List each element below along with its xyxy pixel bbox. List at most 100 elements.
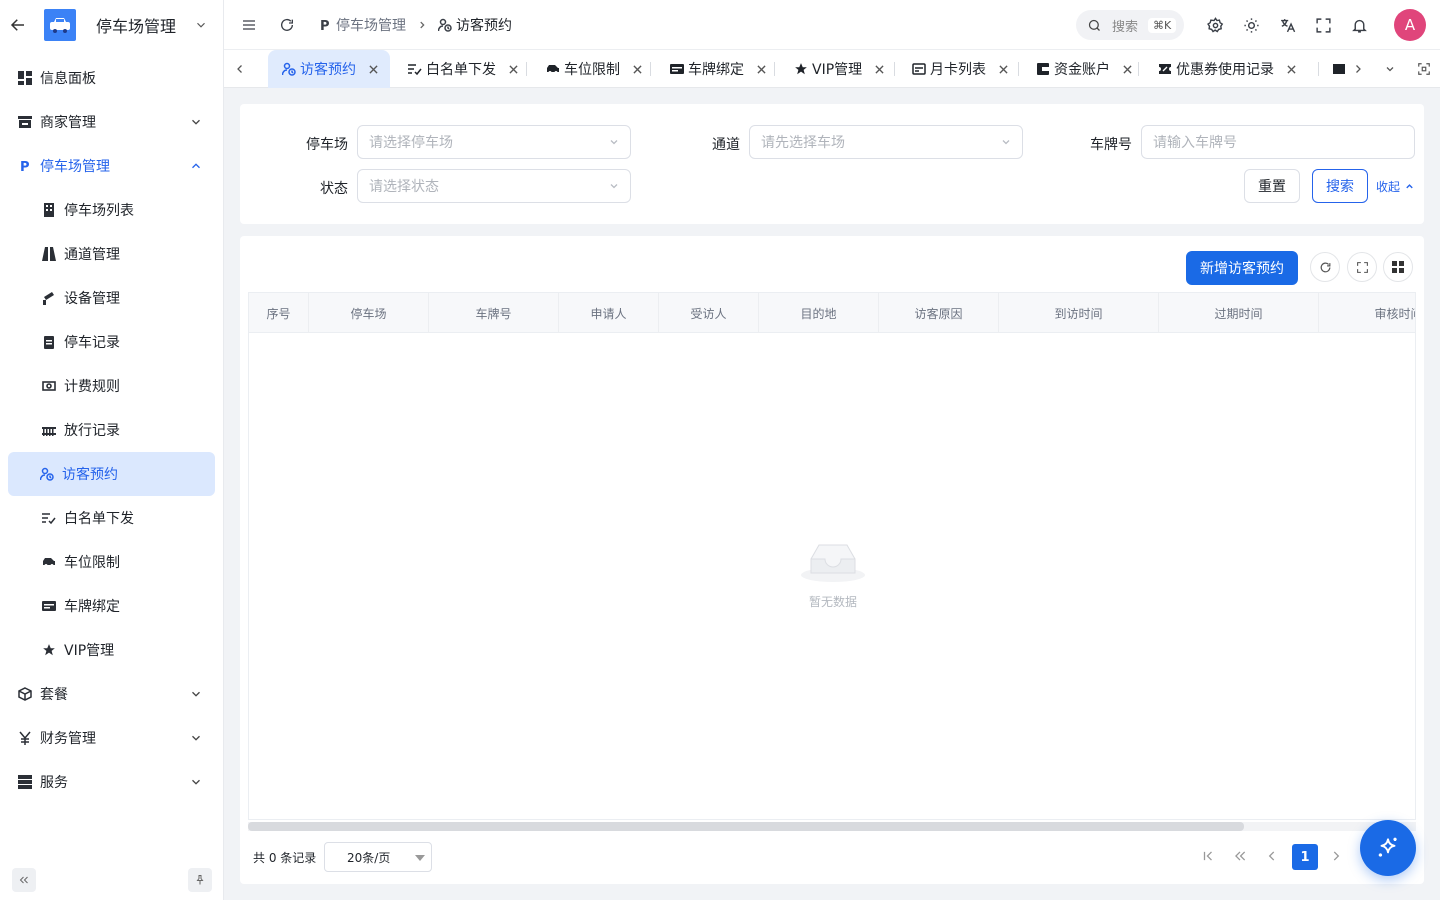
translate-icon[interactable] xyxy=(1278,16,1296,34)
close-icon[interactable] xyxy=(874,64,884,74)
collapse-filters-link[interactable]: 收起 xyxy=(1376,178,1415,195)
add-visitor-button[interactable]: 新增访客预约 xyxy=(1186,251,1298,285)
sidebar-menu: 信息面板 商家管理 P 停车场管理 停车场列表 通道管理 设备管理 停车记录 计… xyxy=(0,50,223,804)
current-page[interactable]: 1 xyxy=(1292,844,1318,870)
chevron-down-icon[interactable] xyxy=(193,17,209,33)
column-settings-icon[interactable] xyxy=(1383,252,1413,282)
sidebar-item-whitelist[interactable]: 白名单下发 xyxy=(0,496,223,540)
tab-visitor[interactable]: 访客预约 xyxy=(268,50,390,88)
tab-whitelist[interactable]: 白名单下发 xyxy=(394,50,530,88)
dashboard-icon xyxy=(18,71,32,85)
sidebar-item-billing[interactable]: 计费规则 xyxy=(0,364,223,408)
close-icon[interactable] xyxy=(998,64,1008,74)
chevron-up-icon xyxy=(189,159,203,173)
sidebar-item-dashboard[interactable]: 信息面板 xyxy=(0,56,223,100)
breadcrumb: P 停车场管理 访客预约 xyxy=(318,15,512,35)
table-horizontal-scrollbar[interactable] xyxy=(248,822,1416,831)
settings-icon[interactable] xyxy=(1206,16,1224,34)
prev-group-icon[interactable] xyxy=(1232,848,1248,864)
theme-sun-icon[interactable] xyxy=(1242,16,1260,34)
page-size-select[interactable]: 20条/页 xyxy=(324,842,432,872)
status-select[interactable]: 请选择状态 xyxy=(357,169,631,203)
tab-vip[interactable]: VIP管理 xyxy=(780,50,896,88)
sidebar-item-finance[interactable]: 财务管理 xyxy=(0,716,223,760)
refresh-icon[interactable] xyxy=(278,16,296,34)
chevron-right-icon xyxy=(416,19,428,31)
channel-select[interactable]: 请先选择车场 xyxy=(749,125,1023,159)
search-button[interactable]: 搜索 xyxy=(1312,169,1368,203)
star-icon xyxy=(794,62,808,76)
tab-maximize-icon[interactable] xyxy=(1408,50,1440,88)
search-label: 搜索 xyxy=(1112,19,1139,35)
refresh-table-icon[interactable] xyxy=(1310,252,1340,282)
parking-select[interactable]: 请选择停车场 xyxy=(357,125,631,159)
tab-plate-binding[interactable]: 车牌绑定 xyxy=(656,50,778,88)
sidebar: 停车场管理 信息面板 商家管理 P 停车场管理 停车场列表 通道管理 设备管理 … xyxy=(0,0,224,900)
sidebar-item-parking-mgmt[interactable]: P 停车场管理 xyxy=(0,144,223,188)
tab-space-limit[interactable]: 车位限制 xyxy=(532,50,654,88)
status-filter-label: 状态 xyxy=(320,181,348,197)
avatar[interactable]: A xyxy=(1394,9,1426,41)
tab-fund-account[interactable]: 资金账户 xyxy=(1022,50,1144,88)
building-icon xyxy=(42,203,56,217)
sidebar-item-release-record[interactable]: 放行记录 xyxy=(0,408,223,452)
sidebar-item-label: 套餐 xyxy=(40,687,68,703)
close-icon[interactable] xyxy=(1286,64,1296,74)
coupon-icon xyxy=(1158,62,1172,76)
sidebar-item-plate-binding[interactable]: 车牌绑定 xyxy=(0,584,223,628)
ai-assistant-sparkle-icon[interactable] xyxy=(1360,820,1416,876)
sidebar-item-vip[interactable]: VIP管理 xyxy=(0,628,223,672)
sidebar-item-service[interactable]: 服务 xyxy=(0,760,223,804)
page-size-value: 20条/页 xyxy=(347,850,391,865)
expand-table-icon[interactable] xyxy=(1347,252,1377,282)
sidebar-item-package[interactable]: 套餐 xyxy=(0,672,223,716)
next-page-icon[interactable] xyxy=(1328,848,1344,864)
table-header: 序号 停车场 车牌号 申请人 受访人 目的地 访客原因 到访时间 过期时间 审核… xyxy=(249,293,1415,333)
tab-scroll-left-icon[interactable] xyxy=(224,50,256,88)
close-icon[interactable] xyxy=(756,64,766,74)
prev-page-icon[interactable] xyxy=(1264,848,1280,864)
close-icon[interactable] xyxy=(632,64,642,74)
plate-input[interactable]: 请输入车牌号 xyxy=(1141,125,1415,159)
tab-divider xyxy=(894,62,895,76)
tab-scroll-right-icon[interactable] xyxy=(1342,50,1374,88)
close-icon[interactable] xyxy=(1122,64,1132,74)
sidebar-item-visitor[interactable]: 访客预约 xyxy=(8,452,215,496)
breadcrumb-item-parking[interactable]: P 停车场管理 xyxy=(318,15,406,35)
pin-icon[interactable] xyxy=(188,868,212,892)
sidebar-item-channel[interactable]: 通道管理 xyxy=(0,232,223,276)
collapse-sidebar-icon[interactable] xyxy=(12,868,36,892)
breadcrumb-label: 停车场管理 xyxy=(336,17,406,34)
close-icon[interactable] xyxy=(368,64,378,74)
reset-button[interactable]: 重置 xyxy=(1244,169,1300,203)
sidebar-title: 停车场管理 xyxy=(96,17,177,36)
sidebar-item-label: 设备管理 xyxy=(64,291,120,307)
tab-coupon-usage[interactable]: 优惠券使用记录 xyxy=(1144,50,1308,88)
tab-monthly-card[interactable]: 月卡列表 xyxy=(898,50,1020,88)
tab-more-icon[interactable] xyxy=(1374,50,1406,88)
star-icon xyxy=(42,643,56,657)
fullscreen-icon[interactable] xyxy=(1314,16,1332,34)
plate-filter-label: 车牌号 xyxy=(1090,137,1132,153)
calendar-card-icon xyxy=(912,62,926,76)
sidebar-item-parking-list[interactable]: 停车场列表 xyxy=(0,188,223,232)
visitor-icon xyxy=(282,62,296,76)
tab-divider xyxy=(650,62,651,76)
global-search[interactable]: 搜索 ⌘K xyxy=(1076,10,1184,40)
first-page-icon[interactable] xyxy=(1200,848,1216,864)
chevron-up-icon xyxy=(1403,181,1415,193)
back-arrow-icon[interactable] xyxy=(8,15,28,35)
sidebar-item-parking-record[interactable]: 停车记录 xyxy=(0,320,223,364)
bell-icon[interactable] xyxy=(1350,16,1368,34)
tab-divider xyxy=(1018,62,1019,76)
scrollbar-thumb[interactable] xyxy=(248,822,1244,831)
close-icon[interactable] xyxy=(508,64,518,74)
sidebar-item-space-limit[interactable]: 车位限制 xyxy=(0,540,223,584)
yen-icon xyxy=(18,731,32,745)
breadcrumb-item-visitor: 访客预约 xyxy=(438,15,512,35)
empty-text: 暂无数据 xyxy=(808,595,857,609)
car-icon xyxy=(42,555,56,569)
sidebar-item-device[interactable]: 设备管理 xyxy=(0,276,223,320)
menu-icon[interactable] xyxy=(240,16,258,34)
sidebar-item-merchant[interactable]: 商家管理 xyxy=(0,100,223,144)
